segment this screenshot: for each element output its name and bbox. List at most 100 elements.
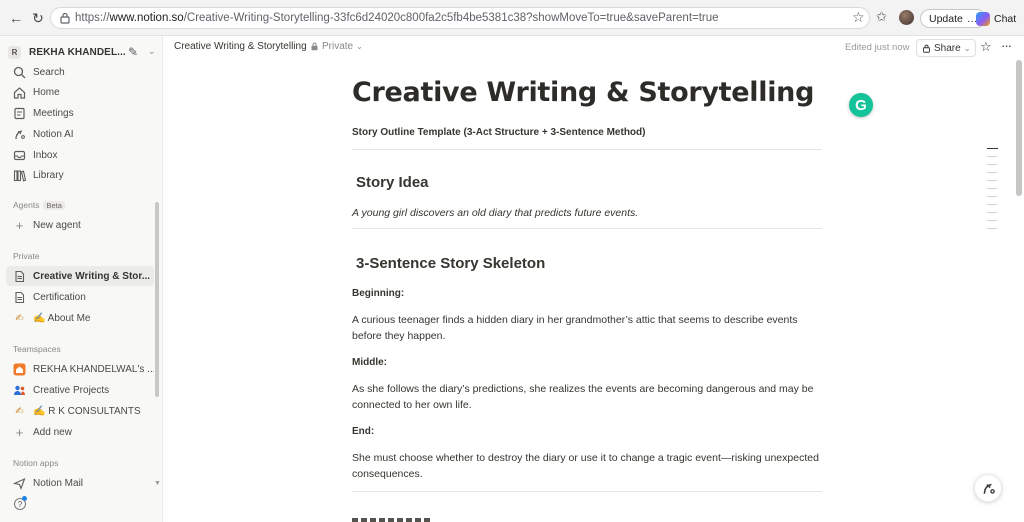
beginning-text[interactable]: A curious teenager finds a hidden diary …	[352, 312, 820, 344]
lock-icon	[311, 42, 318, 51]
outline-marker	[987, 228, 997, 229]
sidebar-item-label: Home	[33, 86, 60, 98]
favorite-star-icon[interactable]: ☆	[980, 39, 992, 55]
home-icon	[13, 86, 26, 99]
divider	[352, 491, 822, 492]
outline-marker	[987, 212, 997, 213]
back-icon[interactable]: ←	[6, 8, 26, 28]
page-title[interactable]: Creative Writing & Storytelling	[352, 77, 814, 108]
sidebar-scrollbar[interactable]	[155, 202, 159, 397]
sidebar-item-notion-ai[interactable]: Notion AI	[6, 124, 154, 144]
sidebar-item-about-me[interactable]: ✍ ✍️ About Me	[6, 308, 154, 328]
copilot-icon	[976, 11, 990, 26]
sidebar-item-creative-projects[interactable]: Creative Projects	[6, 380, 154, 400]
outline-marker	[987, 204, 997, 205]
sidebar: R REKHA KHANDEL... ✎ ⌄ Search Home Meeti…	[0, 36, 163, 522]
edited-status: Edited just now	[845, 42, 910, 53]
library-icon	[13, 169, 26, 181]
privacy-selector[interactable]: Private ⌄	[310, 41, 363, 52]
sidebar-item-label: ✍️ R K CONSULTANTS	[33, 405, 141, 417]
writing-hand-icon: ✍	[15, 405, 24, 417]
next-heading-cutoff	[352, 518, 452, 522]
writing-hand-icon: ✍	[15, 312, 24, 324]
share-button[interactable]: Share ⌄	[916, 39, 977, 57]
private-section-label: Private	[13, 251, 40, 261]
story-idea-text[interactable]: A young girl discovers an old diary that…	[352, 205, 820, 221]
favorites-icon[interactable]: ✩	[876, 9, 887, 25]
more-options-icon[interactable]: ···	[1001, 38, 1012, 53]
notion-apps-section-label: Notion apps	[13, 458, 59, 468]
sidebar-item-label: Notion AI	[33, 128, 74, 140]
add-new-button[interactable]: + Add new	[6, 422, 154, 442]
site-info-icon[interactable]	[59, 12, 71, 24]
sidebar-item-inbox[interactable]: Inbox	[6, 145, 154, 165]
sidebar-item-meetings[interactable]: Meetings	[6, 103, 154, 123]
new-agent-label: New agent	[33, 219, 81, 231]
profile-avatar[interactable]	[899, 10, 914, 25]
page-scrollbar[interactable]	[1016, 60, 1022, 196]
outline-marker	[987, 180, 997, 181]
url-host: www.notion.so	[109, 12, 184, 24]
notification-dot	[22, 496, 27, 501]
page-subtitle[interactable]: Story Outline Template (3-Act Structure …	[352, 127, 645, 138]
scroll-down-icon[interactable]: ▼	[154, 480, 161, 487]
workspace-switcher[interactable]: R REKHA KHANDEL... ✎ ⌄	[8, 41, 158, 63]
search-icon	[13, 66, 26, 78]
sidebar-item-label: Creative Writing & Stor...	[33, 270, 151, 282]
sidebar-item-label: Certification	[33, 291, 86, 303]
new-page-icon[interactable]: ✎	[128, 45, 138, 59]
page-outline-minimap[interactable]	[987, 148, 999, 236]
grammarly-icon[interactable]: G	[849, 93, 873, 117]
beginning-label[interactable]: Beginning:	[352, 288, 404, 299]
sidebar-item-label: Notion Mail	[33, 477, 84, 489]
page-icon	[15, 291, 25, 303]
chevron-down-icon: ⌄	[356, 42, 363, 51]
chevron-down-icon[interactable]: ⌄	[148, 46, 156, 57]
inbox-icon	[13, 150, 26, 160]
notion-ai-button[interactable]	[974, 474, 1002, 502]
sidebar-item-rk-consultants[interactable]: ✍ ✍️ R K CONSULTANTS	[6, 401, 154, 421]
heading-story-skeleton[interactable]: 3-Sentence Story Skeleton	[356, 255, 545, 272]
address-bar[interactable]: https://www.notion.so/Creative-Writing-S…	[50, 7, 870, 29]
beta-badge: Beta	[43, 201, 65, 210]
outline-marker	[987, 172, 997, 173]
middle-label[interactable]: Middle:	[352, 357, 387, 368]
end-label[interactable]: End:	[352, 426, 374, 437]
heading-story-idea[interactable]: Story Idea	[356, 174, 429, 191]
sidebar-item-search[interactable]: Search	[6, 62, 154, 82]
sidebar-item-label: Search	[33, 66, 65, 78]
page-topbar: Creative Writing & Storytelling Private …	[163, 36, 1024, 60]
privacy-label: Private	[322, 41, 354, 52]
outline-marker	[987, 220, 997, 221]
share-label: Share	[934, 42, 961, 54]
new-agent-button[interactable]: + New agent	[6, 215, 154, 235]
agents-label: Agents	[13, 200, 40, 210]
divider	[352, 149, 822, 150]
outline-marker	[987, 188, 997, 189]
agents-section-label: Agents Beta	[13, 200, 65, 210]
plus-icon: +	[15, 424, 24, 440]
sidebar-item-certification[interactable]: Certification	[6, 287, 154, 307]
home-orange-icon	[13, 363, 26, 375]
people-icon	[14, 385, 25, 395]
divider	[352, 228, 822, 229]
meetings-icon	[14, 107, 25, 119]
end-text[interactable]: She must choose whether to destroy the d…	[352, 450, 820, 482]
sidebar-item-label: Library	[33, 169, 64, 181]
breadcrumb[interactable]: Creative Writing & Storytelling	[174, 41, 307, 52]
sidebar-item-library[interactable]: Library	[6, 165, 154, 185]
sidebar-item-label: Creative Projects	[33, 384, 110, 396]
sidebar-item-teamspace-home[interactable]: REKHA KHANDELWAL's ...	[6, 359, 154, 379]
sidebar-item-creative-writing[interactable]: Creative Writing & Stor...	[6, 266, 154, 286]
middle-text[interactable]: As she follows the diary’s predictions, …	[352, 381, 820, 413]
bookmark-star-icon[interactable]: ☆	[852, 9, 865, 26]
reload-icon[interactable]: ↻	[28, 8, 48, 28]
outline-marker	[987, 164, 997, 165]
chevron-down-icon: ⌄	[963, 43, 971, 53]
outline-marker	[987, 148, 998, 149]
sidebar-item-notion-mail[interactable]: Notion Mail	[6, 473, 154, 493]
sidebar-item-label: REKHA KHANDELWAL's ...	[33, 363, 154, 375]
sidebar-item-home[interactable]: Home	[6, 82, 154, 102]
outline-marker	[987, 156, 997, 157]
copilot-chat-button[interactable]: Chat	[976, 9, 1016, 28]
